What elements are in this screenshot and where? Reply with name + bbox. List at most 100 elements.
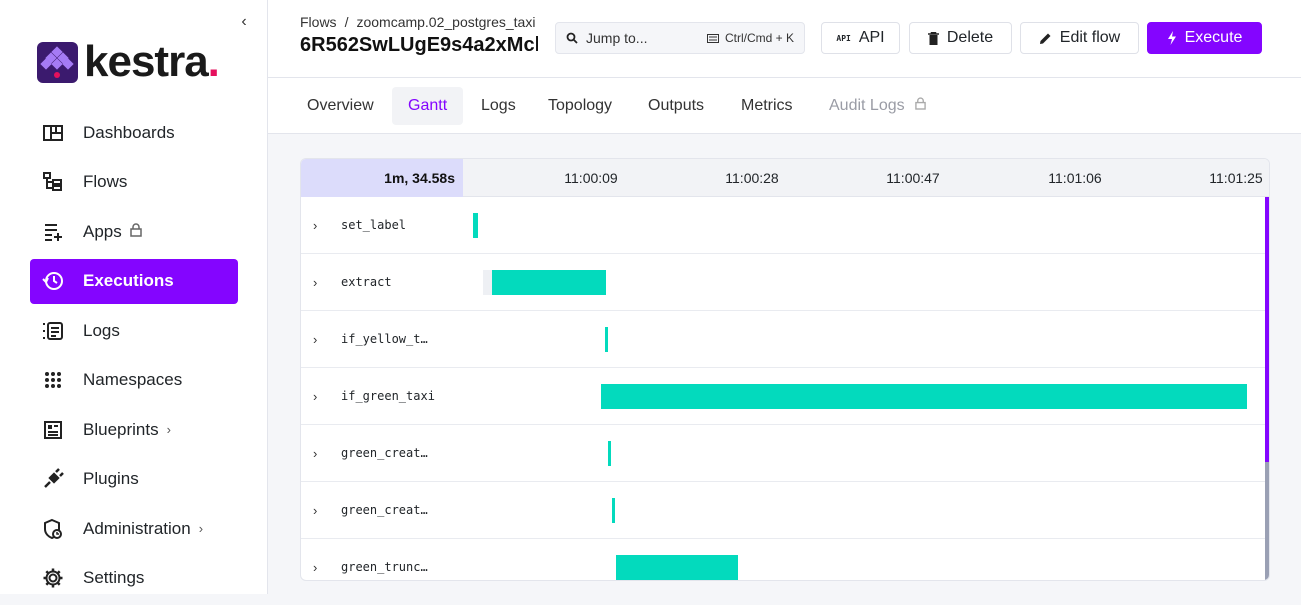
sidebar-nav: Dashboards Flows Apps Executions Logs Na…: [30, 110, 238, 605]
logo-text: kestra.: [84, 37, 220, 86]
gantt-row[interactable]: › extract: [301, 254, 1265, 311]
sidebar-item-namespaces[interactable]: Namespaces: [30, 358, 238, 403]
expand-chevron-icon[interactable]: ›: [313, 482, 317, 539]
edit-flow-button[interactable]: Edit flow: [1020, 22, 1139, 54]
blueprints-icon: [42, 419, 64, 441]
time-tick: 11:00:09: [564, 170, 618, 186]
gantt-row[interactable]: › green_trunc…: [301, 539, 1265, 580]
logs-icon: [42, 320, 64, 342]
sidebar-item-label: Administration: [83, 518, 191, 538]
breadcrumb: Flows / zoomcamp.02_postgres_taxi: [300, 14, 536, 30]
task-duration-bar[interactable]: [473, 213, 478, 238]
task-name: green_creat…: [341, 503, 428, 517]
history-icon: [42, 270, 64, 292]
time-tick: 11:00:28: [725, 170, 779, 186]
sidebar-item-executions[interactable]: Executions: [30, 258, 238, 304]
task-duration-bar[interactable]: [605, 327, 609, 352]
tab-gantt[interactable]: Gantt: [392, 87, 464, 125]
chevron-right-icon: ›: [198, 521, 204, 536]
sidebar-item-label: Dashboards: [83, 122, 175, 142]
task-duration-bar[interactable]: [491, 270, 607, 295]
jump-to-search[interactable]: Jump to... Ctrl/Cmd + K: [555, 22, 805, 54]
api-icon: API: [836, 33, 851, 43]
gear-icon: [42, 567, 64, 589]
sidebar-item-label: Flows: [83, 172, 128, 191]
gantt-chart: 1m, 34.58s 11:00:09 11:00:28 11:00:47 11…: [300, 158, 1270, 581]
expand-chevron-icon[interactable]: ›: [313, 254, 317, 311]
time-tick: 11:01:25: [1209, 170, 1263, 186]
pencil-icon: [1039, 32, 1052, 45]
namespaces-icon: [42, 369, 64, 391]
sidebar-item-label: Settings: [83, 568, 145, 587]
lock-icon: [915, 87, 926, 125]
expand-chevron-icon[interactable]: ›: [313, 197, 317, 254]
task-duration-bar[interactable]: [616, 555, 739, 580]
sidebar-item-apps[interactable]: Apps: [30, 209, 238, 254]
expand-chevron-icon[interactable]: ›: [313, 539, 317, 580]
scrollbar-thumb[interactable]: [1265, 197, 1269, 462]
keyboard-shortcut: Ctrl/Cmd + K: [706, 31, 794, 45]
flows-icon: [42, 171, 64, 193]
sidebar-item-dashboards[interactable]: Dashboards: [30, 110, 238, 155]
tab-topology[interactable]: Topology: [532, 87, 628, 125]
jump-placeholder: Jump to...: [586, 30, 648, 46]
task-duration-bar[interactable]: [612, 498, 616, 523]
kestra-logo[interactable]: kestra.: [37, 37, 220, 86]
top-bar: Flows / zoomcamp.02_postgres_taxi 6R562SwL…: [268, 0, 1301, 78]
tab-overview[interactable]: Overview: [291, 87, 390, 125]
task-name: if_green_taxi: [341, 389, 435, 403]
task-name: set_label: [341, 218, 407, 232]
dashboard-icon: [42, 122, 64, 144]
expand-chevron-icon[interactable]: ›: [313, 425, 317, 482]
gantt-header: 1m, 34.58s 11:00:09 11:00:28 11:00:47 11…: [301, 159, 1269, 197]
trash-icon: [927, 31, 939, 45]
lightning-icon: [1167, 31, 1177, 45]
task-name: green_trunc…: [341, 560, 428, 574]
api-button[interactable]: API API: [821, 22, 900, 54]
tab-audit-logs[interactable]: Audit Logs: [813, 87, 942, 125]
sidebar-item-label: Plugins: [83, 469, 139, 488]
tab-metrics[interactable]: Metrics: [725, 87, 809, 125]
sidebar: ‹ kestra. Dashboards Flows Apps Executio…: [0, 0, 268, 594]
gantt-row[interactable]: › set_label: [301, 197, 1265, 254]
execute-button[interactable]: Execute: [1147, 22, 1262, 54]
sidebar-item-label: Apps: [83, 221, 122, 241]
sidebar-item-logs[interactable]: Logs: [30, 308, 238, 353]
time-tick: 11:01:06: [1048, 170, 1102, 186]
sidebar-item-flows[interactable]: Flows: [30, 160, 238, 205]
admin-icon: [42, 518, 64, 540]
lock-icon: [130, 223, 142, 240]
collapse-sidebar-button[interactable]: ‹: [236, 12, 252, 32]
plugin-icon: [42, 468, 64, 490]
gantt-row[interactable]: › if_yellow_t…: [301, 311, 1265, 368]
sidebar-item-label: Blueprints: [83, 419, 159, 439]
task-duration-bar[interactable]: [601, 384, 1248, 409]
gantt-row[interactable]: › green_creat…: [301, 482, 1265, 539]
chevron-right-icon: ›: [166, 422, 171, 437]
sidebar-item-administration[interactable]: Administration ›: [30, 506, 238, 551]
sidebar-item-label: Namespaces: [83, 370, 183, 389]
gantt-row[interactable]: › green_creat…: [301, 425, 1265, 482]
kestra-logo-icon: [37, 41, 78, 83]
time-tick: 11:00:47: [886, 170, 940, 186]
tab-logs[interactable]: Logs: [465, 87, 532, 125]
task-name: if_yellow_t…: [341, 332, 428, 346]
task-name: extract: [341, 275, 392, 289]
gantt-row[interactable]: › if_green_taxi: [301, 368, 1265, 425]
execution-tabs: Overview Gantt Logs Topology Outputs Met…: [268, 78, 1301, 134]
sidebar-item-label: Executions: [83, 271, 174, 290]
breadcrumb-flows-link[interactable]: Flows: [300, 14, 337, 30]
breadcrumb-flow-link[interactable]: zoomcamp.02_postgres_taxi: [356, 14, 535, 30]
sidebar-item-blueprints[interactable]: Blueprints ›: [30, 407, 238, 452]
search-icon: [566, 32, 578, 44]
task-name: green_creat…: [341, 446, 428, 460]
apps-icon: [42, 221, 64, 243]
expand-chevron-icon[interactable]: ›: [313, 368, 317, 425]
sidebar-item-plugins[interactable]: Plugins: [30, 457, 238, 502]
tab-outputs[interactable]: Outputs: [632, 87, 720, 125]
keyboard-icon: [706, 33, 719, 43]
task-duration-bar[interactable]: [608, 441, 612, 466]
sidebar-item-label: Logs: [83, 320, 120, 340]
expand-chevron-icon[interactable]: ›: [313, 311, 317, 368]
delete-button[interactable]: Delete: [909, 22, 1012, 54]
